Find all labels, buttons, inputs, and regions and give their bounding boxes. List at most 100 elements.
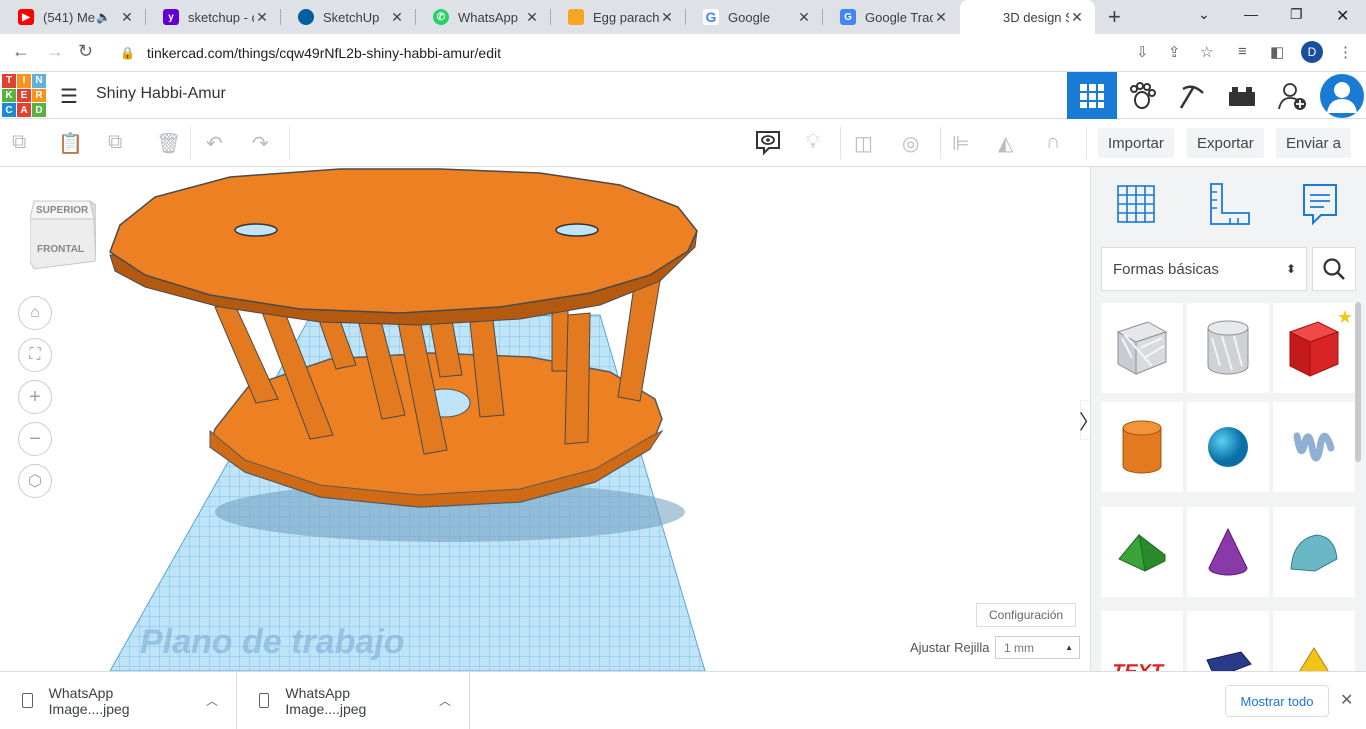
close-tab-icon[interactable]: ✕ xyxy=(1069,9,1085,26)
add-user-icon[interactable] xyxy=(1267,72,1317,119)
workplane-scene[interactable] xyxy=(0,167,1090,671)
close-tab-icon[interactable]: ✕ xyxy=(254,9,270,26)
favorite-star-icon[interactable]: ★ xyxy=(1337,307,1353,328)
workplane-label: Plano de trabajo xyxy=(140,623,405,661)
bricks-icon[interactable] xyxy=(1217,72,1267,119)
tab-google-translate[interactable]: G Google Tradu ✕ xyxy=(822,0,959,34)
undo-icon[interactable]: ↶ xyxy=(206,131,223,156)
shape-scribble[interactable] xyxy=(1273,402,1355,492)
align-icon[interactable]: ⊫ xyxy=(952,131,969,156)
codeblocks-paw-icon[interactable] xyxy=(1117,72,1167,119)
close-tab-icon[interactable]: ✕ xyxy=(524,9,540,26)
tinkercad-logo[interactable]: T I N K E R C A D xyxy=(2,74,46,117)
shape-category-select[interactable]: Formas básicas ⬍ xyxy=(1101,247,1307,291)
reload-icon[interactable]: ↻ xyxy=(78,41,93,62)
ungroup-icon[interactable]: ◎ xyxy=(902,131,919,156)
shape-box-hole[interactable] xyxy=(1101,303,1183,393)
close-tab-icon[interactable]: ✕ xyxy=(119,9,135,26)
grid-workplane-icon[interactable] xyxy=(1113,181,1159,227)
profile-avatar[interactable]: D xyxy=(1301,41,1323,63)
close-tab-icon[interactable]: ✕ xyxy=(796,9,812,26)
cruise-magnet-icon[interactable]: ∩ xyxy=(1046,131,1060,154)
copy-icon[interactable]: ⧉ xyxy=(12,131,26,154)
panel-scrollbar[interactable] xyxy=(1355,302,1361,462)
trash-icon[interactable]: 🗑 xyxy=(156,131,181,156)
close-icon[interactable]: ✕ xyxy=(1340,690,1353,710)
speaker-icon[interactable]: 🔈 xyxy=(96,10,111,24)
address-bar[interactable]: 🔒 tinkercad.com/things/cqw49rNfL2b-shiny… xyxy=(110,38,1230,67)
viewcube-top-label[interactable]: SUPERIOR xyxy=(36,205,88,216)
3d-view-grid-icon[interactable] xyxy=(1067,72,1117,119)
side-panel-icon[interactable]: ◧ xyxy=(1270,43,1284,61)
redo-icon[interactable]: ↷ xyxy=(252,131,269,156)
shape-box[interactable]: ★ xyxy=(1273,303,1355,393)
design-list-icon[interactable]: ☰ xyxy=(60,84,78,109)
zoom-out-icon[interactable]: − xyxy=(18,422,52,456)
settings-button[interactable]: Configuración xyxy=(976,603,1077,627)
send-to-button[interactable]: Enviar a xyxy=(1276,128,1352,158)
close-tab-icon[interactable]: ✕ xyxy=(933,9,949,26)
viewcube-front-label[interactable]: FRONTAL xyxy=(37,244,84,255)
shape-wedge[interactable] xyxy=(1187,611,1269,671)
ruler-icon[interactable] xyxy=(1205,181,1251,227)
close-tab-icon[interactable]: ✕ xyxy=(659,9,675,26)
back-icon[interactable]: ← xyxy=(12,41,30,62)
shape-round-roof[interactable] xyxy=(1273,507,1355,597)
show-all-button[interactable]: Mostrar todo xyxy=(1225,685,1329,717)
tab-youtube[interactable]: ▶ (541) Me 🔈 ✕ xyxy=(0,0,145,34)
pickaxe-icon[interactable] xyxy=(1167,72,1217,119)
top-disc[interactable] xyxy=(109,168,698,326)
shape-cone[interactable] xyxy=(1187,507,1269,597)
lightbulb-icon[interactable]: 💡︎ xyxy=(806,131,820,154)
home-view-icon[interactable]: ⌂ xyxy=(18,296,52,330)
shape-pyramid[interactable] xyxy=(1273,611,1355,671)
zoom-in-icon[interactable]: + xyxy=(18,380,52,414)
chevron-up-icon[interactable]: ︿ xyxy=(439,692,451,709)
toolbar-divider xyxy=(1086,127,1087,159)
shape-roof[interactable] xyxy=(1101,507,1183,597)
tab-search-icon[interactable]: ⌄ xyxy=(1198,6,1210,23)
new-tab-button[interactable]: + xyxy=(1108,4,1121,30)
close-window-button[interactable]: ✕ xyxy=(1336,6,1349,26)
tab-instructables[interactable]: Egg parachut ✕ xyxy=(550,0,685,34)
3d-workplane[interactable]: SUPERIOR FRONTAL ⌂ ⛶ + − ⬡ Plano de trab… xyxy=(0,167,1090,671)
forward-icon[interactable]: → xyxy=(46,41,64,62)
fit-view-icon[interactable]: ⛶ xyxy=(18,338,52,372)
shape-category-value: Formas básicas xyxy=(1113,260,1219,278)
tab-google[interactable]: G Google ✕ xyxy=(685,0,822,34)
share-icon[interactable]: ⇪ xyxy=(1168,43,1181,61)
close-tab-icon[interactable]: ✕ xyxy=(389,9,405,26)
search-button[interactable] xyxy=(1312,247,1356,291)
user-avatar[interactable] xyxy=(1320,74,1364,118)
shape-text[interactable]: TEXT xyxy=(1101,611,1183,671)
mirror-icon[interactable]: ◭ xyxy=(998,131,1013,156)
snap-grid-select[interactable]: 1 mm ▲ xyxy=(995,636,1080,659)
show-notes-icon[interactable] xyxy=(754,129,782,163)
logo-letter: K xyxy=(2,88,16,103)
download-item[interactable]: WhatsApp Image....jpeg ︿ xyxy=(0,672,237,729)
export-button[interactable]: Exportar xyxy=(1187,128,1264,158)
bookmark-star-icon[interactable]: ☆ xyxy=(1200,43,1213,61)
paste-icon[interactable]: 📋 xyxy=(58,131,83,156)
tab-whatsapp[interactable]: ✆ WhatsApp ✕ xyxy=(415,0,550,34)
shape-cylinder[interactable] xyxy=(1101,402,1183,492)
more-menu-icon[interactable]: ⋮ xyxy=(1338,43,1353,61)
import-button[interactable]: Importar xyxy=(1098,128,1174,158)
shape-cylinder-hole[interactable] xyxy=(1187,303,1269,393)
design-title[interactable]: Shiny Habbi-Amur xyxy=(96,85,226,103)
restore-button[interactable]: ❐ xyxy=(1290,6,1303,23)
perspective-cube-icon[interactable]: ⬡ xyxy=(18,464,52,498)
view-cube[interactable]: SUPERIOR FRONTAL xyxy=(29,191,97,271)
duplicate-icon[interactable]: ⧉ xyxy=(108,131,122,154)
reading-list-icon[interactable]: ≡ xyxy=(1238,43,1247,60)
shape-sphere[interactable] xyxy=(1187,402,1269,492)
notes-icon[interactable] xyxy=(1297,181,1343,227)
group-icon[interactable]: ◫ xyxy=(854,131,873,156)
tab-yahoo[interactable]: y sketchup - de ✕ xyxy=(145,0,280,34)
tab-sketchup[interactable]: SketchUp ✕ xyxy=(280,0,415,34)
minimize-button[interactable]: — xyxy=(1244,6,1258,22)
install-icon[interactable]: ⇩ xyxy=(1136,43,1149,61)
chevron-up-icon[interactable]: ︿ xyxy=(206,692,218,709)
download-item[interactable]: WhatsApp Image....jpeg ︿ xyxy=(237,672,470,729)
tab-tinkercad-active[interactable]: 3D design Sh ✕ xyxy=(960,0,1095,34)
